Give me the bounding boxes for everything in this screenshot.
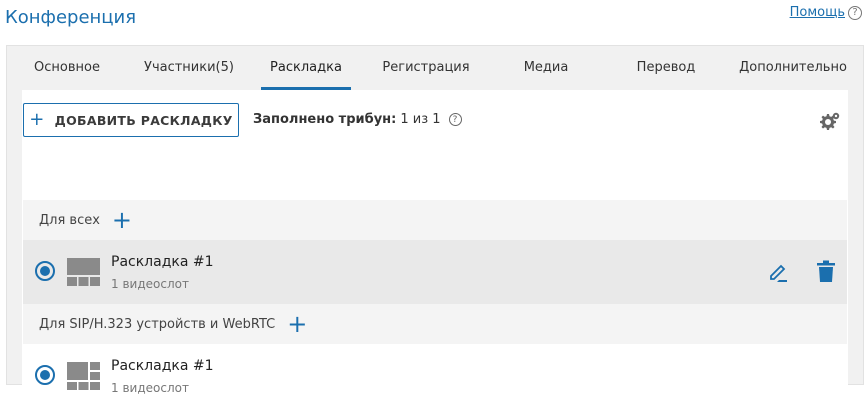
group-header-sip: Для SIP/H.323 устройств и WebRTC + bbox=[23, 304, 847, 344]
conference-panel: Основное Участники(5) Раскладка Регистра… bbox=[6, 45, 864, 395]
tab-translation[interactable]: Перевод bbox=[601, 46, 731, 90]
tab-layout[interactable]: Раскладка bbox=[251, 46, 361, 90]
layout-name: Раскладка #1 bbox=[111, 358, 214, 374]
trash-icon[interactable] bbox=[817, 260, 835, 282]
layout-name: Раскладка #1 bbox=[111, 254, 214, 270]
tribunes-label: Заполнено трибун: bbox=[253, 112, 397, 127]
radio-selected[interactable] bbox=[35, 261, 55, 281]
tab-media[interactable]: Медиа bbox=[491, 46, 601, 90]
tab-bar: Основное Участники(5) Раскладка Регистра… bbox=[7, 46, 863, 90]
layout-thumbnail-icon bbox=[67, 362, 100, 390]
add-icon[interactable]: + bbox=[112, 208, 132, 232]
tab-registration[interactable]: Регистрация bbox=[361, 46, 491, 90]
tab-main[interactable]: Основное bbox=[7, 46, 127, 90]
layout-subtitle: 1 видеослот bbox=[111, 381, 189, 395]
tribunes-value: 1 из 1 bbox=[400, 112, 441, 127]
radio-selected[interactable] bbox=[35, 365, 55, 385]
edit-icon[interactable] bbox=[767, 261, 789, 283]
add-layout-button[interactable]: + ДОБАВИТЬ РАСКЛАДКУ bbox=[23, 103, 239, 137]
group-title: Для всех bbox=[39, 212, 100, 228]
group-header-all: Для всех + bbox=[23, 200, 847, 240]
add-layout-label: ДОБАВИТЬ РАСКЛАДКУ bbox=[54, 112, 233, 128]
plus-icon: + bbox=[29, 109, 45, 130]
tab-advanced[interactable]: Дополнительно bbox=[731, 46, 855, 90]
gear-icon[interactable] bbox=[817, 110, 841, 134]
page-title: Конференция bbox=[5, 7, 137, 28]
layout-thumbnail-icon bbox=[67, 258, 100, 286]
layout-row[interactable]: Раскладка #1 1 видеослот bbox=[23, 344, 847, 408]
tribunes-help-icon[interactable]: ? bbox=[448, 113, 462, 126]
help-icon[interactable]: ? bbox=[848, 5, 862, 20]
help-link[interactable]: Помощь ? bbox=[790, 5, 862, 20]
layout-subtitle: 1 видеослот bbox=[111, 277, 189, 291]
help-label[interactable]: Помощь bbox=[790, 5, 845, 20]
add-icon[interactable]: + bbox=[287, 312, 307, 336]
tribunes-status: Заполнено трибун: 1 из 1 ? bbox=[253, 112, 462, 127]
group-title: Для SIP/H.323 устройств и WebRTC bbox=[39, 316, 276, 332]
layout-row[interactable]: Раскладка #1 1 видеослот bbox=[23, 240, 847, 304]
layout-content: + ДОБАВИТЬ РАСКЛАДКУ Заполнено трибун: 1… bbox=[22, 90, 848, 395]
tab-participants[interactable]: Участники(5) bbox=[127, 46, 251, 90]
